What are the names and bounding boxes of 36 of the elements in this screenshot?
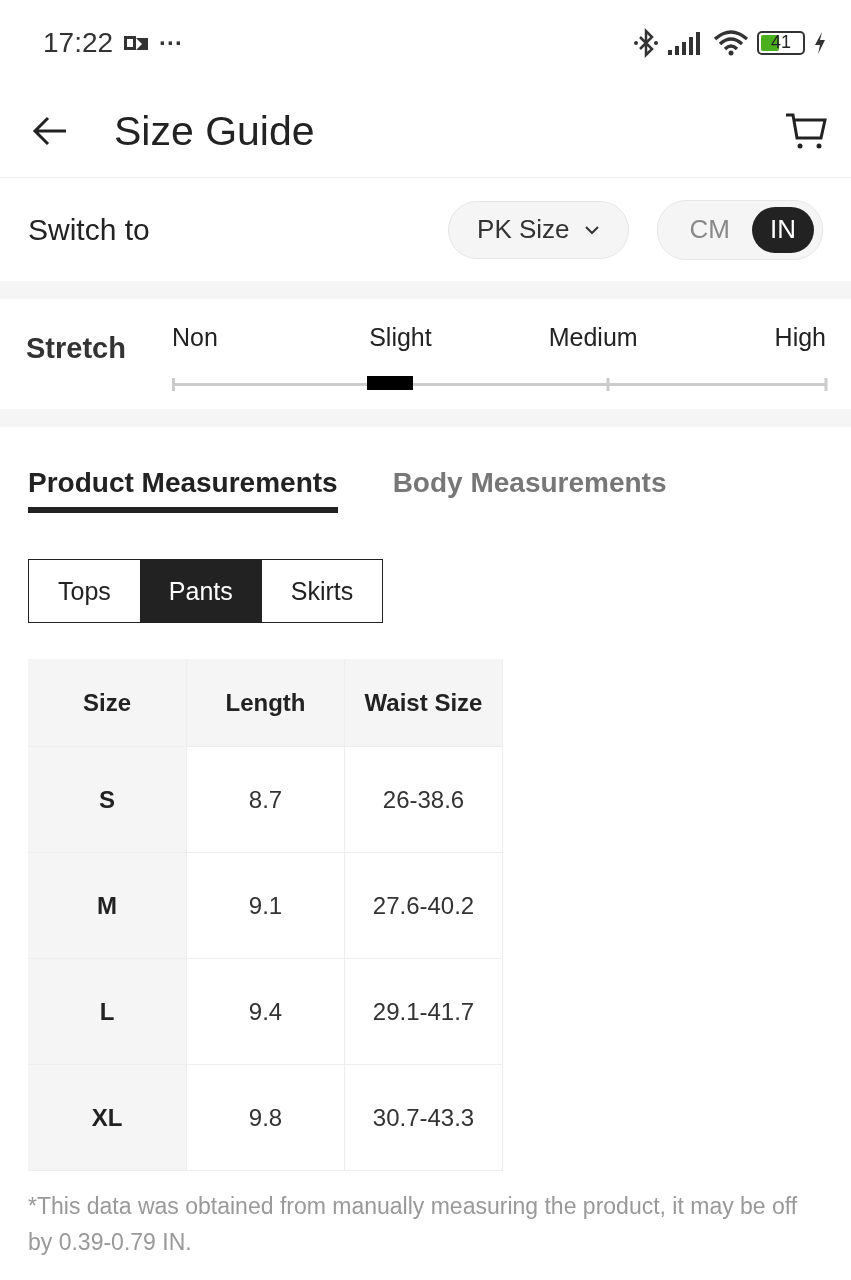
more-indicator: ··· [159, 28, 184, 57]
wifi-icon [713, 28, 749, 57]
column-header: Length [187, 659, 345, 747]
unit-option[interactable]: IN [752, 206, 814, 253]
table-cell: 9.1 [187, 853, 345, 959]
table-cell: 9.8 [187, 1065, 345, 1171]
table-cell: 9.4 [187, 959, 345, 1065]
measurement-note: *This data was obtained from manually measuring the product, it may be off by 0.39-0.79 IN. [28, 1192, 799, 1257]
chevron-down-icon [583, 224, 600, 235]
charging-icon [813, 30, 827, 55]
column-header: Waist Size [345, 659, 503, 747]
stretch-level: High [774, 323, 826, 352]
category-tab[interactable]: Pants [139, 560, 262, 622]
measurement-tab[interactable]: Body Measurements [392, 459, 667, 513]
table-cell: 26-38.6 [345, 747, 503, 853]
column-header: Size [28, 659, 187, 747]
back-button[interactable] [32, 116, 68, 146]
cart-button[interactable] [785, 112, 827, 150]
stretch-level: Non [172, 323, 218, 352]
size-system-dropdown[interactable]: PK Size [448, 200, 629, 259]
stretch-level: Medium [548, 323, 638, 352]
table-cell: S [28, 747, 187, 853]
stretch-level: Slight [369, 323, 432, 352]
table-cell: M [28, 853, 187, 959]
table-cell: L [28, 959, 187, 1065]
table-cell: 29.1-41.7 [345, 959, 503, 1065]
table-cell: XL [28, 1065, 187, 1171]
table-cell: 30.7-43.3 [345, 1065, 503, 1171]
page-title: Size Guide [114, 107, 316, 155]
stretch-label: Stretch [26, 332, 127, 365]
table-cell: 8.7 [187, 747, 345, 853]
bluetooth-icon [633, 27, 659, 58]
switch-label: Switch to [28, 212, 150, 247]
table-cell: 27.6-40.2 [345, 853, 503, 959]
measurement-tab[interactable]: Product Measurements [28, 459, 338, 513]
status-time: 17:22 [43, 26, 114, 59]
